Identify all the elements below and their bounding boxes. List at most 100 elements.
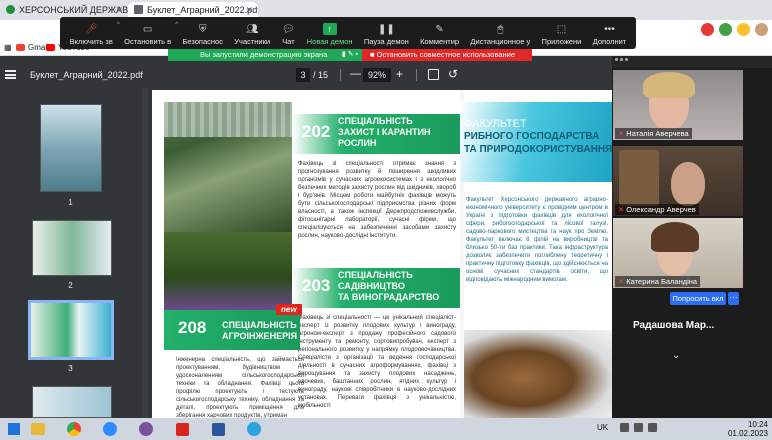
share-status-icons: ▮ ✎ ▪ (341, 51, 358, 58)
stop-share-button[interactable]: ■ Остановить совместное использование (362, 49, 532, 61)
bookmark-gmail[interactable]: Gmail (16, 43, 49, 52)
extension-icon[interactable] (719, 23, 732, 36)
participant-hair (651, 222, 699, 252)
search-icon[interactable] (28, 420, 48, 438)
profile-avatar[interactable] (755, 23, 768, 36)
mic-muted-icon: ✕ (618, 205, 625, 214)
chat-icon: 💬︎ (282, 23, 295, 35)
close-tab-icon[interactable]: ✕ (115, 5, 123, 16)
share-screen-icon: ↑ (322, 23, 337, 35)
thumbnail-label: 3 (68, 364, 73, 373)
extension-icon[interactable] (737, 23, 750, 36)
clock[interactable]: 10:24 01.02.2023 (728, 420, 768, 438)
section-body-text: Фахівець зі спеціальності — це унікальни… (298, 315, 456, 409)
more-button[interactable]: ••• Дополнит (593, 23, 627, 47)
participant-video-1[interactable]: ✕ Наталія Аверчева (613, 70, 743, 140)
participants-icon: 👥︎ (245, 23, 259, 35)
video-icon: ▭ (142, 23, 153, 35)
participants-button[interactable]: 👥︎ Участники 7 (234, 11, 270, 46)
drag-handle-icon[interactable] (615, 58, 628, 61)
pause-icon: ❚❚ (377, 23, 395, 35)
section-number: 208 (178, 318, 207, 337)
document-favicon-icon (134, 5, 143, 14)
menu-icon[interactable] (5, 70, 16, 79)
section-number: 203 (302, 276, 331, 295)
thumbnail-page-4[interactable] (32, 386, 112, 418)
participant-name-label: ✕ Наталія Аверчева (615, 128, 692, 139)
fit-page-icon[interactable] (428, 69, 439, 80)
word-icon[interactable] (208, 420, 228, 438)
battery-icon[interactable] (634, 423, 643, 432)
start-icon[interactable] (4, 420, 24, 438)
thumbnail-label: 1 (68, 198, 73, 207)
apps-icon: ⬚ (556, 23, 567, 35)
share-notice: Вы запустили демонстрацию экрана ▮ ✎ ▪ (168, 49, 362, 61)
telegram-icon[interactable] (244, 420, 264, 438)
new-share-button[interactable]: ↑ Новая демон (307, 23, 353, 46)
pdf-viewer-toolbar: Буклет_Аграрний_2022.pdf 3 / 15 — 92% + … (0, 62, 612, 88)
unmute-button[interactable]: 🎤︎ Включить зв ^ (70, 22, 120, 46)
participant-video-2[interactable]: ✕ Олександр Аверчев (613, 146, 743, 216)
thumbnail-page-2[interactable] (32, 220, 112, 276)
chrome-icon[interactable] (64, 420, 84, 438)
stop-video-button[interactable]: ▭ Остановить в ^ (124, 22, 178, 46)
screen-share-status-bar: Вы запустили демонстрацию экрана ▮ ✎ ▪ ■ … (168, 49, 532, 61)
page-total: / 15 (313, 70, 329, 80)
rotate-icon[interactable]: ↺ (448, 67, 458, 81)
windows-taskbar: UK 10:24 01.02.2023 (0, 418, 772, 440)
participant-name-label: ✕ Олександр Аверчев (615, 204, 699, 215)
zoom-in-button[interactable]: + (396, 67, 403, 81)
chevron-down-icon[interactable]: ⌄ (672, 350, 680, 361)
pencil-icon: ✎ (435, 23, 444, 35)
thumbnail-page-1[interactable] (40, 104, 102, 192)
ask-to-unmute-button[interactable]: Попросить вкл (670, 292, 726, 305)
pause-share-button[interactable]: ❚❚ Пауза демон (364, 23, 409, 47)
page-number-input[interactable]: 3 (296, 68, 310, 82)
remote-control-button[interactable]: 🖱︎ Дистанционное у (470, 23, 530, 47)
panel-header[interactable] (612, 56, 772, 68)
faculty-title: РИБНОГО ГОСПОДАРСТВА ТА ПРИРОДОКОРИСТУВАН… (464, 131, 613, 155)
more-icon: ••• (604, 23, 615, 35)
participant-face (671, 162, 705, 206)
participant-name-no-video: Радашова Мар... (633, 320, 715, 331)
remote-control-icon: 🖱︎ (497, 23, 504, 35)
mic-muted-icon: ✕ (618, 129, 625, 138)
faculty-body-text: Факультет Херсонського державного аграрн… (466, 197, 608, 283)
section-title: СПЕЦІАЛЬНІСТЬ АГРОІНЖЕНЕРІЯ (222, 320, 298, 341)
tab-title: Буклет_Аграрний_2022.pdf (147, 5, 258, 15)
gmail-icon (16, 44, 25, 51)
security-button[interactable]: ⛨ Безопаснос (182, 23, 223, 47)
network-icon[interactable] (620, 423, 629, 432)
university-favicon-icon (6, 5, 15, 14)
chat-button[interactable]: 💬︎ Чат (281, 23, 295, 47)
viber-icon[interactable] (136, 420, 156, 438)
thumbnail-page-3[interactable] (28, 300, 114, 360)
thumbnail-label: 2 (68, 281, 73, 290)
bookshelf-background (619, 150, 659, 206)
apps-grid-icon[interactable]: ▦ (4, 43, 12, 52)
close-tab-icon[interactable]: ✕ (245, 5, 253, 16)
shield-icon: ⛨ (198, 23, 207, 35)
participant-more-button[interactable]: ··· (728, 292, 739, 305)
toolbar-divider (340, 69, 341, 81)
participant-name-label: ✕ Катерина Баландіна (615, 276, 701, 287)
zoom-level-input[interactable]: 92% (363, 68, 391, 82)
zoom-app-icon[interactable] (100, 420, 120, 438)
section-number: 202 (302, 122, 331, 141)
apps-button[interactable]: ⬚ Приложени (542, 23, 582, 47)
toolbar-divider (416, 69, 417, 81)
volume-icon[interactable] (648, 423, 657, 432)
language-indicator[interactable]: UK (597, 423, 608, 432)
mic-muted-icon: 🎤︎ (84, 23, 98, 35)
extension-icon[interactable] (701, 23, 714, 36)
mic-muted-icon: ✕ (618, 277, 625, 286)
sidebar-scrollbar[interactable] (142, 88, 148, 418)
participant-video-3[interactable]: ✕ Катерина Баландіна (613, 218, 743, 288)
pdf-thumbnail-sidebar: 1 2 3 (0, 88, 141, 418)
fish-photo (464, 330, 612, 418)
annotate-button[interactable]: ✎ Комментир (420, 23, 459, 47)
acrobat-icon[interactable] (172, 420, 192, 438)
orchard-photo (164, 232, 292, 310)
zoom-out-button[interactable]: — (350, 68, 361, 80)
section-title: СПЕЦІАЛЬНІСТЬ ЗАХИСТ І КАРАНТИН РОСЛИН (338, 116, 431, 148)
